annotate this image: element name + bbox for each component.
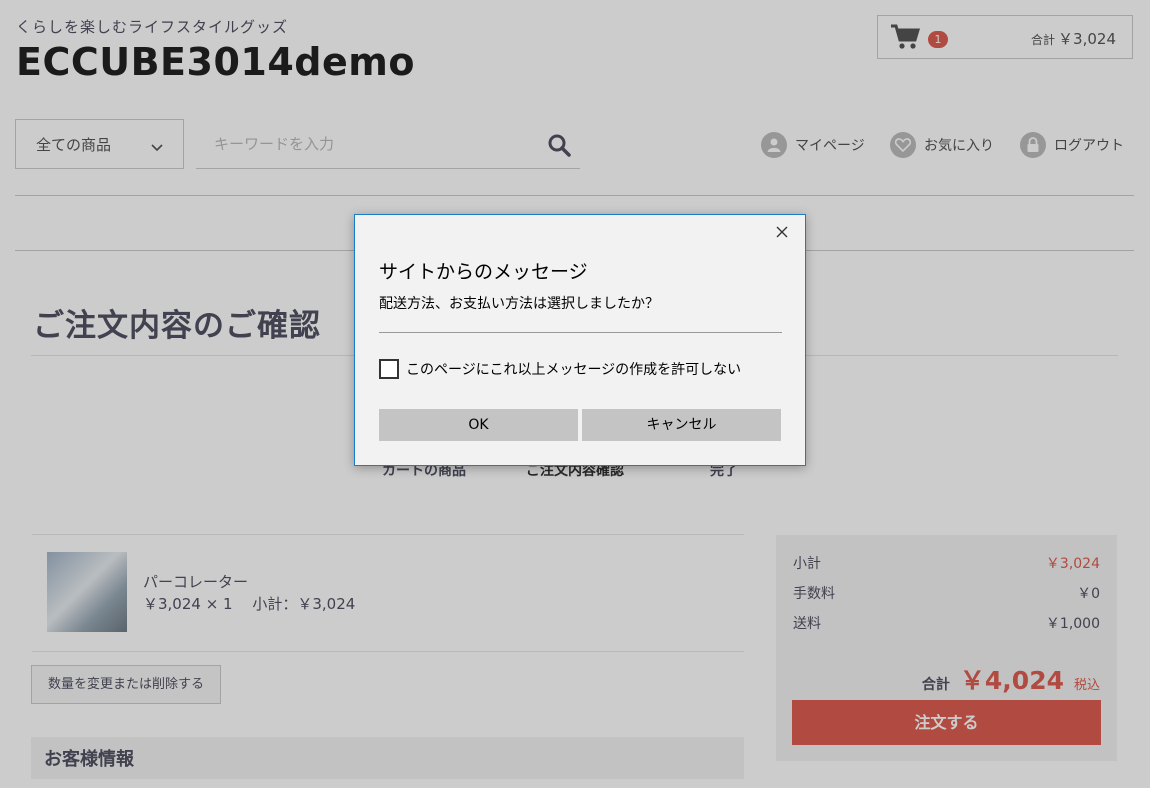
suppress-messages-label[interactable]: このページにこれ以上メッセージの作成を許可しない <box>406 359 741 379</box>
dialog-message: 配送方法、お支払い方法は選択しましたか？ <box>379 296 659 312</box>
close-icon[interactable] <box>773 223 791 241</box>
dialog-divider <box>379 332 782 333</box>
alert-dialog: サイトからのメッセージ 配送方法、お支払い方法は選択しましたか？ このページにこ… <box>354 214 806 466</box>
dialog-title: サイトからのメッセージ <box>379 261 588 283</box>
ok-button[interactable]: OK <box>379 409 578 441</box>
suppress-messages-option[interactable]: このページにこれ以上メッセージの作成を許可しない <box>379 359 741 379</box>
suppress-messages-checkbox[interactable] <box>379 359 399 379</box>
cancel-button[interactable]: キャンセル <box>582 409 781 441</box>
